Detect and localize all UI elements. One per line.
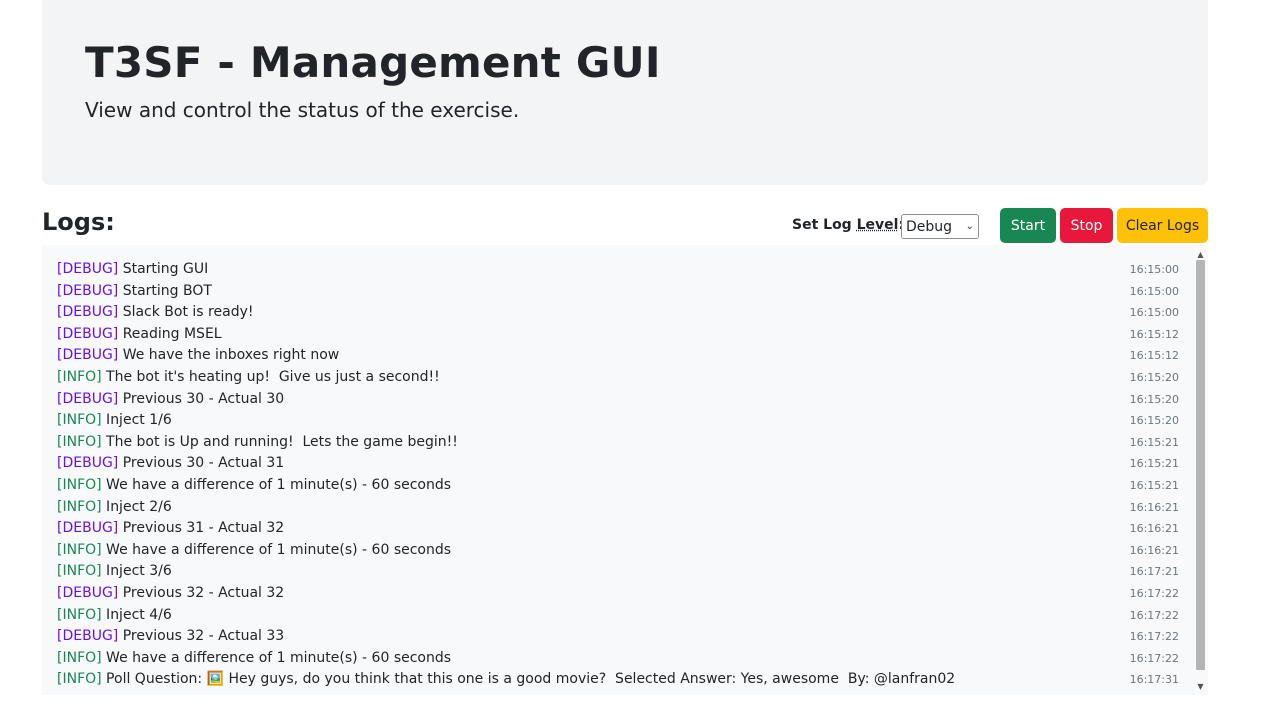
log-level-tag: [DEBUG] (57, 261, 119, 277)
log-entry: [INFO] We have a difference of 1 minute(… (57, 475, 1179, 497)
log-timestamp: 16:15:12 (1129, 327, 1179, 341)
scroll-up-icon[interactable]: ▲ (1195, 249, 1206, 259)
log-message: Previous 32 - Actual 32 (118, 584, 285, 601)
log-message: We have the inboxes right now (118, 347, 340, 364)
log-message: Starting BOT (118, 282, 212, 299)
log-timestamp: 16:15:12 (1129, 349, 1179, 363)
log-level-tag: [DEBUG] (57, 347, 119, 364)
log-message: Previous 30 - Actual 31 (118, 455, 285, 472)
log-entry: [DEBUG] Previous 30 - Actual 31 16:15:21 (57, 453, 1179, 475)
log-timestamp: 16:15:00 (1129, 306, 1179, 320)
log-timestamp: 16:15:00 (1129, 263, 1179, 276)
log-entry: [DEBUG] Starting BOT 16:15:00 (57, 281, 1179, 303)
log-timestamp: 16:15:21 (1129, 478, 1179, 492)
start-button[interactable]: Start (1000, 208, 1056, 243)
log-message: Inject 2/6 (101, 498, 172, 515)
log-timestamp: 16:15:20 (1129, 370, 1179, 384)
log-entry: [DEBUG] Previous 32 - Actual 32 16:17:22 (57, 583, 1179, 605)
log-entry: [INFO] Inject 1/6 16:15:20 (57, 410, 1179, 432)
log-message: Inject 1/6 (101, 412, 172, 429)
page-title: T3SF - Management GUI (85, 38, 661, 87)
log-entry: [DEBUG] Starting GUI 16:15:00 (57, 259, 1179, 281)
log-level-tag: [INFO] (57, 606, 102, 623)
log-level-tag: [INFO] (57, 368, 102, 385)
log-timestamp: 16:17:22 (1129, 608, 1179, 622)
scroll-down-icon[interactable]: ▼ (1195, 681, 1206, 691)
log-timestamp: 16:17:22 (1129, 651, 1179, 665)
log-level-selected: Debug (906, 218, 953, 235)
log-level-tag: [INFO] (57, 563, 102, 580)
log-level-tag: [DEBUG] (57, 628, 119, 645)
log-message: Poll Question: 🖼️ Hey guys, do you think… (101, 671, 956, 688)
log-entry: [DEBUG] Previous 30 - Actual 30 16:15:20 (57, 389, 1179, 411)
log-message: Previous 30 - Actual 30 (118, 390, 285, 407)
stop-button[interactable]: Stop (1060, 208, 1113, 243)
log-entry: [DEBUG] We have the inboxes right now 16:… (57, 345, 1179, 367)
log-message: Starting GUI (118, 261, 209, 277)
log-message: Reading MSEL (118, 325, 222, 342)
clear-logs-button[interactable]: Clear Logs (1117, 208, 1208, 243)
log-message: We have a difference of 1 minute(s) - 60… (101, 476, 452, 493)
log-level-abbr: Level (856, 217, 899, 233)
log-timestamp: 16:17:22 (1129, 630, 1179, 644)
log-scrollbar[interactable]: ▲ ▼ (1195, 249, 1206, 691)
log-entry: [INFO] Inject 2/6 16:16:21 (57, 497, 1179, 519)
log-timestamp: 16:16:21 (1129, 543, 1179, 557)
log-timestamp: 16:15:00 (1129, 284, 1179, 298)
log-level-tag: [INFO] (57, 671, 102, 688)
log-message: The bot it's heating up! Give us just a … (101, 368, 440, 385)
log-message: Slack Bot is ready! (118, 304, 254, 321)
header-panel: T3SF - Management GUI View and control t… (42, 0, 1208, 185)
log-level-tag: [DEBUG] (57, 520, 119, 537)
log-message: Inject 3/6 (101, 563, 172, 580)
log-level-tag: [DEBUG] (57, 282, 119, 299)
log-message: Previous 31 - Actual 32 (118, 520, 285, 537)
log-timestamp: 16:15:21 (1129, 457, 1179, 471)
log-entry: [DEBUG] Reading MSEL 16:15:12 (57, 324, 1179, 346)
log-level-tag: [INFO] (57, 412, 102, 429)
log-level-tag: [DEBUG] (57, 584, 119, 601)
log-level-select[interactable]: Debug ⌄ (901, 214, 979, 239)
log-entry: [DEBUG] Previous 32 - Actual 33 16:17:22 (57, 626, 1179, 648)
log-level-tag: [INFO] (57, 476, 102, 493)
log-timestamp: 16:15:20 (1129, 392, 1179, 406)
log-level-tag: [DEBUG] (57, 325, 119, 342)
log-level-label-prefix: Set Log (792, 217, 857, 233)
page-subtitle: View and control the status of the exerc… (85, 98, 520, 122)
log-timestamp: 16:16:21 (1129, 500, 1179, 514)
log-message: We have a difference of 1 minute(s) - 60… (101, 541, 452, 558)
log-level-tag: [DEBUG] (57, 455, 119, 472)
log-level-tag: [DEBUG] (57, 390, 119, 407)
log-entry: [INFO] Inject 4/6 16:17:22 (57, 605, 1179, 627)
log-timestamp: 16:15:20 (1129, 414, 1179, 428)
log-level-tag: [INFO] (57, 541, 102, 558)
log-message: Previous 32 - Actual 33 (118, 628, 285, 645)
log-timestamp: 16:17:22 (1129, 586, 1179, 600)
chevron-down-icon: ⌄ (965, 221, 974, 232)
log-level-tag: [INFO] (57, 433, 102, 450)
log-level-label: Set Log Level: (792, 217, 904, 233)
scrollbar-thumb[interactable] (1196, 260, 1205, 670)
log-entry: [DEBUG] Slack Bot is ready! 16:15:00 (57, 302, 1179, 324)
log-panel: [DEBUG] Starting GUI 16:15:00 [DEBUG] Star… (42, 245, 1208, 695)
log-timestamp: 16:17:31 (1129, 673, 1179, 687)
log-timestamp: 16:15:21 (1129, 435, 1179, 449)
log-entry: [INFO] Inject 3/6 16:17:21 (57, 561, 1179, 583)
log-entry: [INFO] We have a difference of 1 minute(… (57, 540, 1179, 562)
log-level-tag: [INFO] (57, 649, 102, 666)
log-timestamp: 16:16:21 (1129, 522, 1179, 536)
log-message: The bot is Up and running! Lets the game… (101, 433, 458, 450)
log-level-tag: [DEBUG] (57, 304, 119, 321)
log-list: [DEBUG] Starting GUI 16:15:00 [DEBUG] Star… (57, 259, 1179, 691)
log-entry: [INFO] Poll Question: 🖼️ Hey guys, do yo… (57, 669, 1179, 691)
log-entry: [INFO] We have a difference of 1 minute(… (57, 648, 1179, 670)
logs-heading: Logs: (42, 208, 115, 236)
log-entry: [INFO] The bot it's heating up! Give us … (57, 367, 1179, 389)
log-timestamp: 16:17:21 (1129, 565, 1179, 579)
log-message: We have a difference of 1 minute(s) - 60… (101, 649, 452, 666)
log-entry: [INFO] The bot is Up and running! Lets t… (57, 432, 1179, 454)
log-entry: [DEBUG] Previous 31 - Actual 32 16:16:21 (57, 518, 1179, 540)
log-level-tag: [INFO] (57, 498, 102, 515)
log-message: Inject 4/6 (101, 606, 172, 623)
